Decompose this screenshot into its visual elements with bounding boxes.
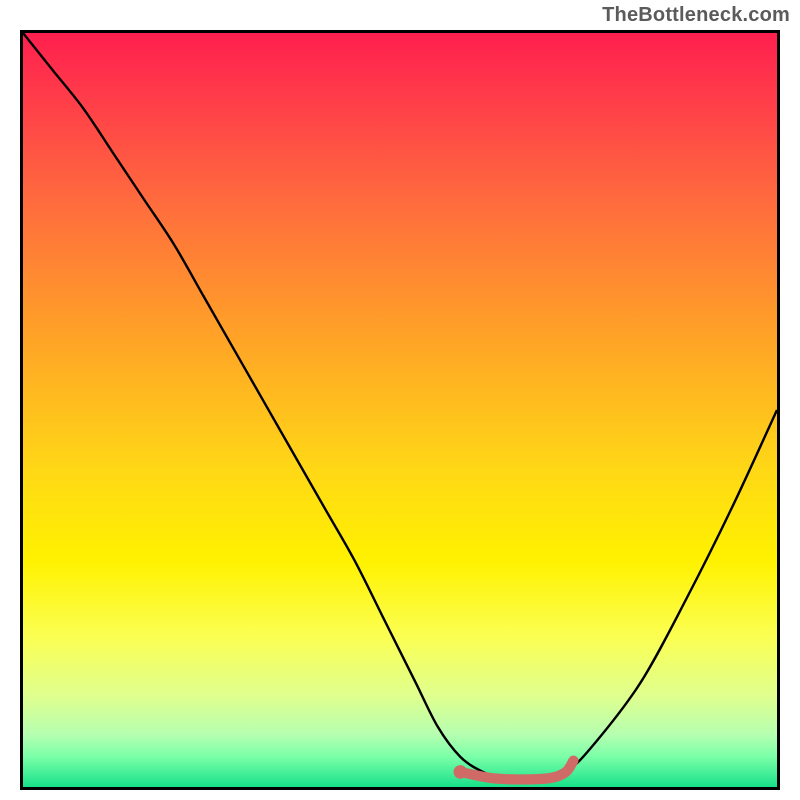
plot-area xyxy=(20,30,780,790)
optimal-marker-icon xyxy=(454,765,468,779)
bottleneck-curve xyxy=(23,33,777,780)
attribution-label: TheBottleneck.com xyxy=(602,4,790,27)
curve-layer xyxy=(23,33,777,787)
chart-container: TheBottleneck.com xyxy=(0,0,800,800)
